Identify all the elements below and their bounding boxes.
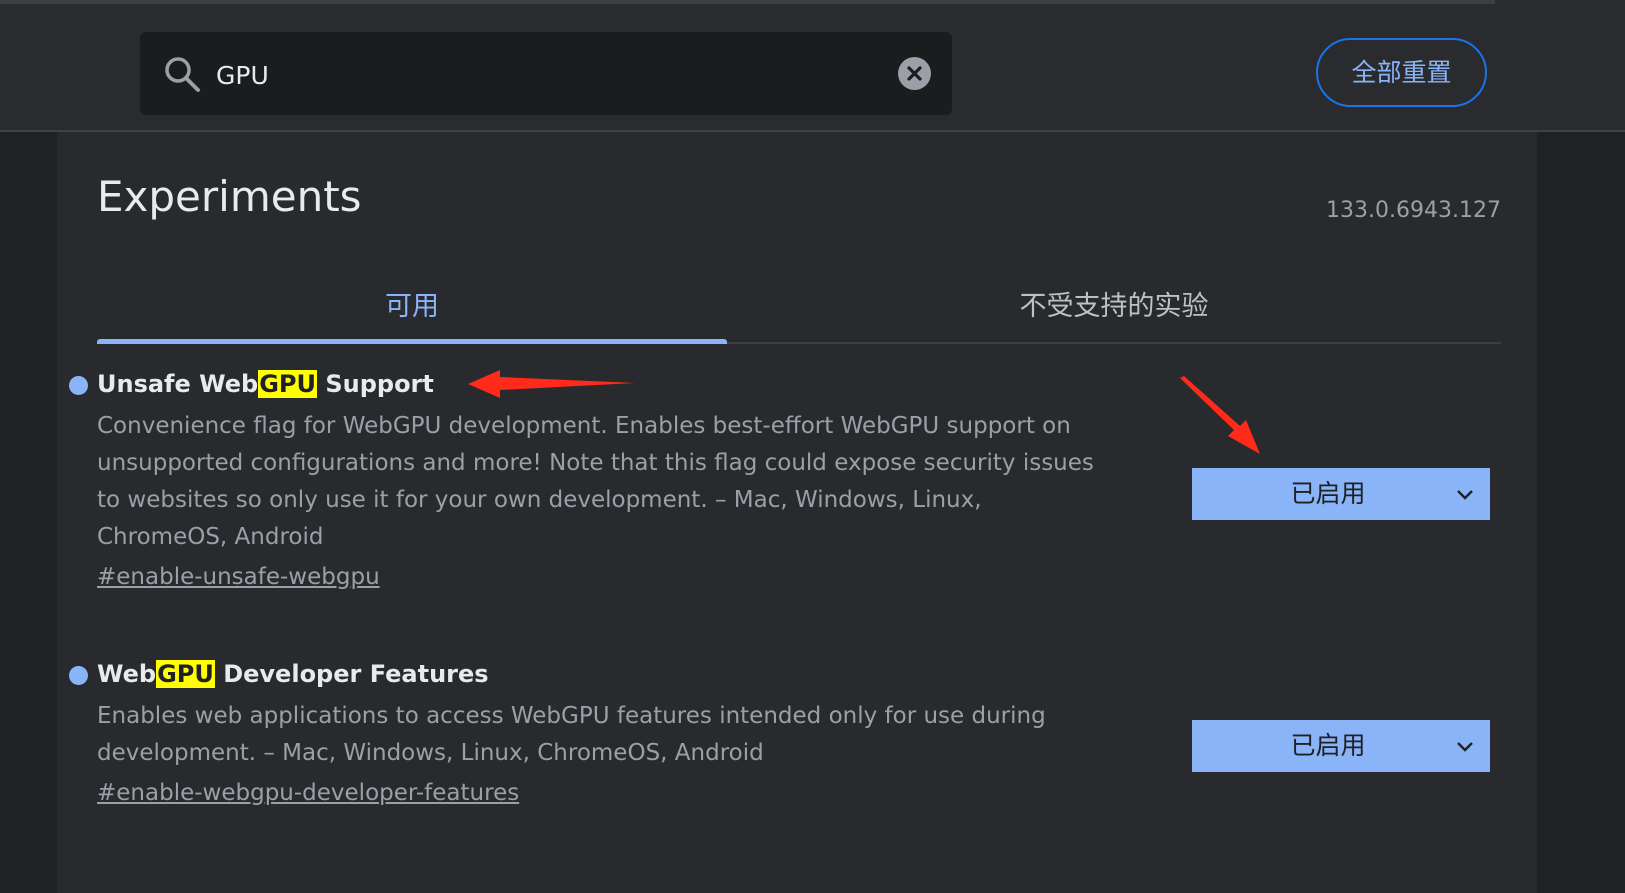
tab-unsupported[interactable]: 不受支持的实验 <box>727 272 1501 342</box>
chevron-down-icon <box>1456 486 1474 500</box>
select-value: 已启用 <box>1290 731 1366 760</box>
experiment-permalink[interactable]: #enable-webgpu-developer-features <box>97 780 519 806</box>
version-label: 133.0.6943.127 <box>1326 198 1501 223</box>
tab-available[interactable]: 可用 <box>97 272 727 342</box>
experiment-title-post: Support <box>316 370 434 398</box>
experiment-status-dot <box>69 666 88 685</box>
select-value: 已启用 <box>1290 479 1366 508</box>
experiment-description: Convenience flag for WebGPU development.… <box>97 413 1094 550</box>
search-input[interactable] <box>214 50 898 100</box>
chevron-down-icon <box>1456 738 1474 752</box>
experiment-status-dot <box>69 376 88 395</box>
experiment-description: Enables web applications to access WebGP… <box>97 703 1046 766</box>
experiments-panel: Experiments 133.0.6943.127 可用 不受支持的实验 Un… <box>57 132 1537 893</box>
search-icon <box>162 54 202 94</box>
tab-bar: 可用 不受支持的实验 <box>97 272 1501 344</box>
experiment-title-pre: Unsafe Web <box>97 370 259 398</box>
experiment-title: WebGPU Developer Features <box>97 660 489 688</box>
experiment-title-pre: Web <box>97 660 157 688</box>
clear-search-icon[interactable] <box>898 57 931 90</box>
experiment-title: Unsafe WebGPU Support <box>97 370 434 398</box>
experiment-title-post: Developer Features <box>214 660 489 688</box>
reset-all-button[interactable]: 全部重置 <box>1316 38 1487 107</box>
page-title: Experiments <box>97 172 362 221</box>
active-tab-indicator <box>97 339 727 344</box>
experiment-state-select[interactable]: 已启用 <box>1192 720 1490 772</box>
search-highlight: GPU <box>258 370 317 398</box>
experiment-state-select[interactable]: 已启用 <box>1192 468 1490 520</box>
search-box <box>140 32 952 115</box>
header-bar: 全部重置 <box>0 4 1625 132</box>
search-highlight: GPU <box>156 660 215 688</box>
experiment-permalink[interactable]: #enable-unsafe-webgpu <box>97 564 380 590</box>
